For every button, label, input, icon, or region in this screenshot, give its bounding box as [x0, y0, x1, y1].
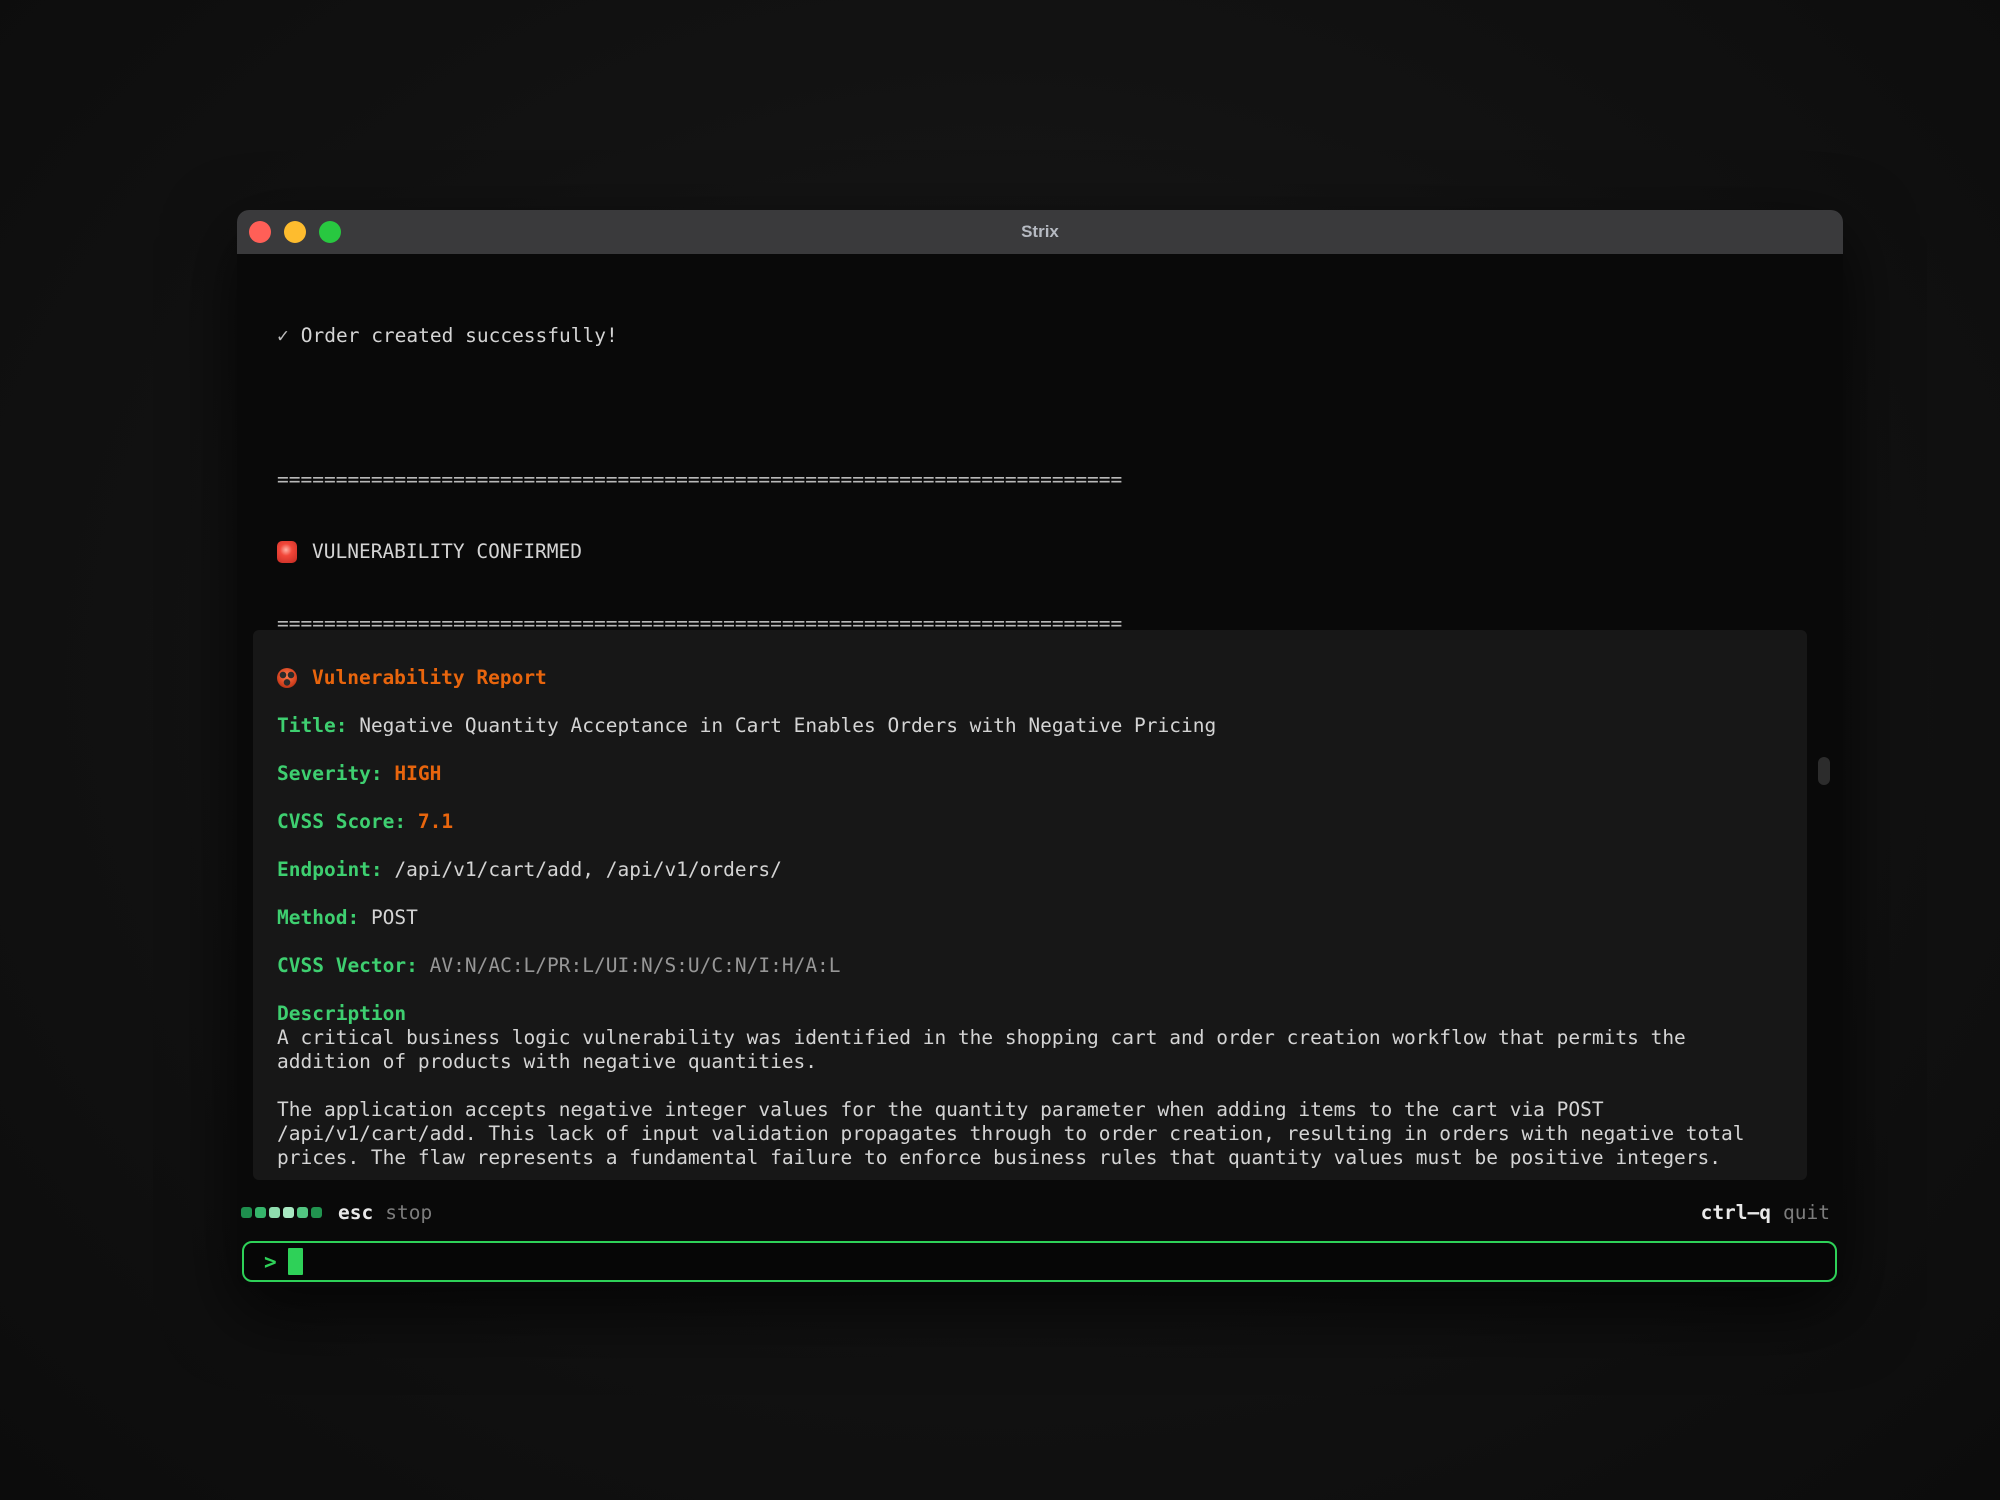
vulnerability-confirmed-text: VULNERABILITY CONFIRMED [312, 540, 582, 564]
cvss-vector-value: AV:N/AC:L/PR:L/UI:N/S:U/C:N/I:H/A:L [430, 954, 841, 978]
traffic-lights [249, 210, 341, 254]
scrollbar-thumb[interactable] [1818, 757, 1830, 785]
strix-terminal-window: Strix ✓ Order created successfully! =====… [237, 210, 1843, 1287]
prompt-symbol: > [264, 1250, 277, 1274]
maximize-button[interactable] [319, 221, 341, 243]
activity-dot [311, 1207, 322, 1218]
window-titlebar[interactable]: Strix [237, 210, 1843, 254]
minimize-button[interactable] [284, 221, 306, 243]
severity-value: HIGH [394, 762, 441, 786]
report-heading: Vulnerability Report [312, 666, 547, 690]
bug-icon [277, 668, 297, 688]
report-field-endpoint: Endpoint: /api/v1/cart/add, /api/v1/orde… [277, 858, 1783, 882]
report-field-severity: Severity: HIGH [277, 762, 1783, 786]
command-input[interactable]: > [242, 1241, 1837, 1282]
activity-dot [297, 1207, 308, 1218]
cvss-score-value: 7.1 [418, 810, 453, 834]
quit-action-label: quit [1783, 1201, 1830, 1224]
close-button[interactable] [249, 221, 271, 243]
title-value [347, 714, 359, 738]
description-heading: Description [277, 1002, 1783, 1026]
description-paragraph-2: The application accepts negative integer… [277, 1098, 1783, 1170]
description-paragraph-1: A critical business logic vulnerability … [277, 1026, 1783, 1074]
quit-key-hint: ctrl–q [1701, 1201, 1771, 1224]
separator-line: ========================================… [277, 468, 1807, 492]
esc-action-label: stop [385, 1201, 432, 1224]
report-field-title: Title: Negative Quantity Acceptance in C… [277, 714, 1783, 738]
activity-dot [255, 1207, 266, 1218]
report-heading-row: Vulnerability Report [277, 666, 1783, 690]
check-icon: ✓ [277, 324, 289, 348]
order-success-line: ✓ Order created successfully! [277, 324, 1807, 348]
text-cursor [288, 1248, 303, 1275]
method-value: POST [371, 906, 418, 930]
vulnerability-confirmed-line: VULNERABILITY CONFIRMED [277, 540, 1807, 564]
window-title: Strix [1021, 222, 1059, 242]
status-bar: esc stop ctrl–q quit [241, 1198, 1830, 1226]
activity-dot [283, 1207, 294, 1218]
vulnerability-report-panel: Vulnerability Report Title: Negative Qua… [253, 630, 1807, 1180]
activity-dot [241, 1207, 252, 1218]
esc-key-hint: esc [338, 1201, 373, 1224]
report-field-method: Method: POST [277, 906, 1783, 930]
activity-dots [241, 1207, 322, 1218]
report-field-cvss-score: CVSS Score: 7.1 [277, 810, 1783, 834]
endpoint-value: /api/v1/cart/add, /api/v1/orders/ [394, 858, 781, 882]
siren-icon [277, 541, 297, 563]
activity-dot [269, 1207, 280, 1218]
order-success-text: Order created successfully! [301, 324, 618, 348]
report-field-cvss-vector: CVSS Vector: AV:N/AC:L/PR:L/UI:N/S:U/C:N… [277, 954, 1783, 978]
